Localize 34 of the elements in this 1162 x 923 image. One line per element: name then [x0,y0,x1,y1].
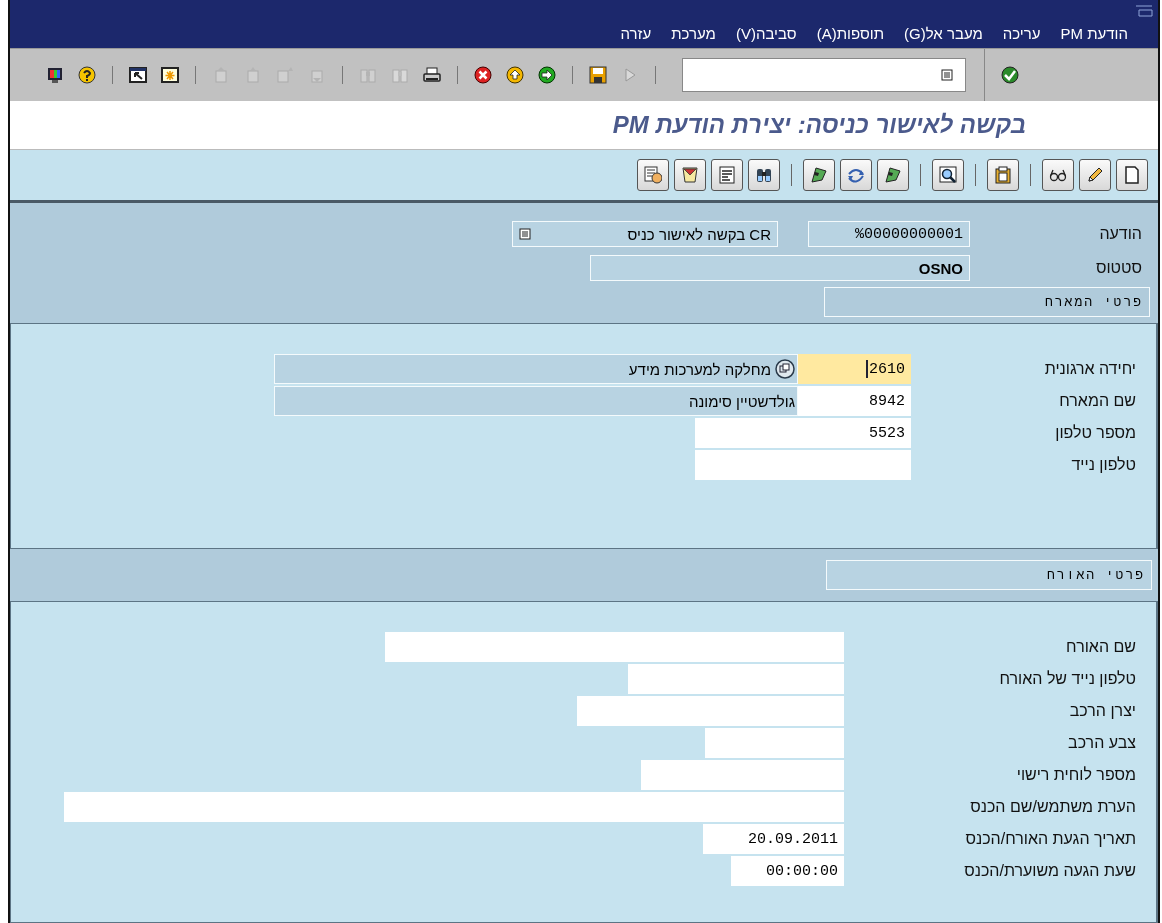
field-label: שעת הגעה משוערת/הכנס [964,862,1136,880]
screen-title: בקשה לאישור כניסה: יצירת הודעת PM [612,111,1026,139]
frame-title: פרטי האורח [826,560,1152,590]
input-field[interactable]: 2610 [798,354,911,384]
menu-item[interactable]: תוספות(A) [816,25,884,48]
field-label: טלפון נייד [1071,456,1136,474]
field-label: טלפון נייד של האורח [999,670,1136,688]
description-text: גולדשטיין סימונה [688,392,795,410]
field-label: צבע הרכב [1068,734,1136,752]
input-field[interactable]: 5523 [695,418,911,448]
menu-item[interactable]: עריכה [1002,25,1041,48]
menu-item[interactable]: מערכת [671,25,716,48]
field-label: מספר טלפון [1055,424,1136,442]
notification-field: %00000000001 [808,221,970,247]
field-label: יחידה ארגונית [1044,360,1136,378]
field-label: סטטוס [1095,259,1142,276]
input-field[interactable]: 20.09.2011 [703,824,844,854]
description-text: מחלקה למערכות מידע [628,360,771,378]
field-label: הודעה [1099,225,1142,242]
field-label: תאריך הגעת האורח/הכנס [965,830,1136,848]
field-label: יצרן הרכב [1069,702,1136,720]
field-label: שם המארח [1059,392,1136,410]
description-text: CR בקשה לאישור כניס [627,225,771,243]
field-label: הערת משתמש/שם הכנס [970,798,1136,816]
menu-item[interactable]: הודעת PM [1060,25,1128,48]
field-label: מספר לוחית רישוי [1016,766,1136,784]
input-field[interactable]: 8942 [798,386,911,416]
menu-item[interactable]: מעבר אל(G) [904,25,983,48]
field-label: שם האורח [1066,638,1136,656]
menu-item[interactable]: סביבה(V) [735,25,797,48]
input-field[interactable]: 00:00:00 [731,856,844,886]
frame-title: פרטי המארח [824,287,1150,317]
menu-item[interactable]: עזרה [620,25,652,48]
status-field: OSNO [590,255,970,281]
